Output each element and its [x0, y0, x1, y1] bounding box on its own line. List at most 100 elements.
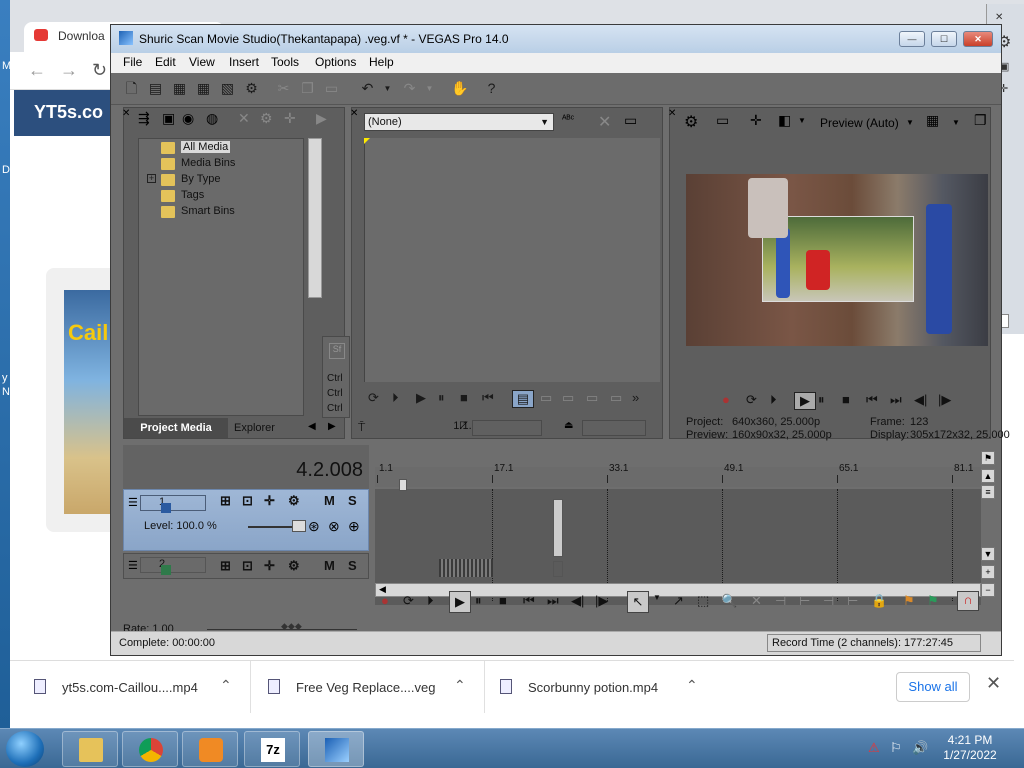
site-logo[interactable]: YT5s.co [34, 102, 103, 123]
open-icon[interactable]: ▤ [147, 80, 164, 97]
loop-icon[interactable]: ⟳ [368, 390, 379, 406]
pane-close-icon[interactable]: ✕ [122, 108, 130, 119]
playhead-marker[interactable] [399, 479, 407, 491]
taskbar-chrome[interactable] [122, 731, 178, 767]
lock-icon[interactable]: 🔒 [871, 593, 887, 609]
prev-frame-icon[interactable]: ⏮ [482, 390, 494, 406]
tab-project-media[interactable]: Project Media [124, 418, 228, 438]
chevron-up-icon[interactable]: ⌃ [686, 677, 698, 694]
save-as-icon[interactable]: ▦ [195, 80, 212, 97]
vegas-titlebar[interactable]: Shuric Scan Movie Studio(Thekantapapa) .… [111, 25, 1001, 53]
play-from-start-icon[interactable]: ⏵ [770, 392, 777, 408]
trim-end-icon[interactable]: ⊣ [823, 593, 834, 609]
prev-frame-icon[interactable]: ◀| [914, 392, 927, 408]
sfx-icon[interactable]: Sf [329, 343, 345, 359]
close-icon[interactable]: ✕ [986, 673, 1001, 694]
play-icon[interactable]: ▶ [416, 390, 426, 406]
go-to-start-icon[interactable]: ⏮ [866, 392, 878, 408]
cut-icon[interactable]: ✂ [275, 80, 292, 97]
trim-in-box[interactable] [472, 420, 542, 436]
track-fx-icon[interactable]: ✛ [264, 493, 275, 509]
track-level-slider[interactable] [248, 526, 294, 528]
redo-icon[interactable]: ↷ [401, 80, 418, 97]
mute-button[interactable]: M [324, 493, 335, 508]
copy-snapshot-icon[interactable]: ❐ [974, 112, 987, 129]
new-project-icon[interactable]: 🗋 [123, 80, 140, 97]
trim-start-icon[interactable]: ⊢ [799, 593, 810, 609]
web-icon[interactable]: ◍ [206, 110, 218, 127]
pause-icon[interactable]: ⏸ [818, 392, 825, 408]
mute-button[interactable]: M [324, 558, 335, 573]
normal-edit-tool-icon[interactable]: ↖ [627, 591, 649, 613]
network-error-icon[interactable]: ⚠ [868, 740, 880, 756]
stop-icon[interactable]: ■ [499, 593, 507, 608]
trim-fit-icon[interactable]: ▭ [610, 390, 622, 406]
track-collapse-icon[interactable]: ☰ [128, 559, 138, 572]
timeline-ruler[interactable]: 1.1 17.1 33.1 49.1 65.1 81.1 [375, 463, 981, 487]
track-fx-chain-icon[interactable]: ⊛ [308, 518, 320, 535]
envelope-tool-icon[interactable]: ↗ [673, 593, 684, 609]
clip-handle[interactable] [553, 499, 563, 557]
render-icon[interactable]: ▧ [219, 80, 236, 97]
scroll-up-icon[interactable]: ▲ [981, 469, 995, 483]
expand-icon[interactable]: + [147, 174, 156, 183]
capture-icon[interactable]: ▣ [162, 110, 175, 127]
media-props-icon[interactable]: ⚙ [260, 110, 273, 127]
trim-mode-icon[interactable]: ▤ [512, 390, 534, 408]
minimize-button[interactable]: — [899, 31, 925, 47]
scroll-down-icon[interactable]: ▼ [981, 547, 995, 561]
show-all-button[interactable]: Show all [896, 672, 970, 702]
remove-icon[interactable]: ✕ [238, 110, 250, 127]
forward-icon[interactable]: → [60, 60, 78, 81]
vscroll-thumb[interactable]: ≡ [981, 485, 995, 499]
rate-knob[interactable]: ◆◆◆ [281, 621, 303, 631]
split-screen-icon[interactable]: ◧ [778, 112, 791, 129]
menu-options[interactable]: Options [315, 55, 356, 69]
loop-icon[interactable]: ⟳ [746, 392, 757, 408]
split-dropdown-icon[interactable]: ▼ [798, 116, 806, 125]
track-level-knob[interactable] [292, 520, 306, 532]
properties-gear-icon[interactable]: ⚙ [243, 80, 260, 97]
selection-tool-icon[interactable]: ⬚ [697, 593, 709, 609]
tab-explorer[interactable]: Explorer [234, 418, 275, 438]
snapping-magnet-icon[interactable]: ∩ [957, 591, 979, 611]
download-item[interactable]: Scorbunny potion.mp4 ⌃ [500, 667, 700, 707]
save-icon[interactable]: ▦ [171, 80, 188, 97]
menu-tools[interactable]: Tools [271, 55, 299, 69]
reload-icon[interactable]: ↻ [92, 60, 107, 81]
clip-handle[interactable] [553, 561, 563, 577]
solo-button[interactable]: S [348, 558, 357, 573]
track-number-box[interactable]: 1 [140, 495, 206, 513]
tab-scroll-left-icon[interactable]: ◀ [308, 421, 316, 432]
trimmer-view-icon[interactable]: ▭ [624, 112, 637, 129]
tab-scroll-right-icon[interactable]: ▶ [328, 421, 336, 432]
marker-icon[interactable]: ⚑ [903, 593, 915, 609]
close-button[interactable]: ✕ [963, 31, 993, 47]
trimmer-media-select[interactable]: (None) ▼ [364, 113, 554, 131]
track-number-box[interactable]: 2 [140, 557, 206, 575]
import-media-icon[interactable]: ⇶ [138, 110, 150, 127]
hand-tool-icon[interactable]: ✋ [451, 80, 468, 97]
next-frame-icon[interactable]: |▶ [938, 392, 951, 408]
play-from-start-icon[interactable]: ⏵ [427, 593, 434, 609]
undo-icon[interactable]: ↶ [359, 80, 376, 97]
trim-add-after-icon[interactable]: ▭ [562, 390, 574, 406]
download-item[interactable]: Free Veg Replace....veg ⌃ [268, 667, 468, 707]
maximize-button[interactable]: ☐ [931, 31, 957, 47]
overlays-dropdown-icon[interactable]: ▼ [952, 118, 960, 127]
paste-icon[interactable]: ▭ [323, 80, 340, 97]
text-tool-icon[interactable]: ᴬᴮᶜ [562, 114, 574, 125]
loop-icon[interactable]: ⟳ [403, 593, 414, 609]
track-blend-icon[interactable]: ⊗ [328, 518, 340, 535]
play-icon[interactable]: ▶ [449, 591, 471, 613]
go-to-start-icon[interactable]: ⏮ [523, 593, 535, 609]
stop-icon[interactable]: ■ [460, 390, 468, 405]
media-scrollbar[interactable] [308, 138, 322, 298]
taskbar-vegas[interactable] [308, 731, 364, 767]
edit-tool-dropdown-icon[interactable]: ▼ [653, 593, 661, 602]
record-icon[interactable]: ● [722, 392, 730, 407]
menu-view[interactable]: View [189, 55, 215, 69]
next-frame-icon[interactable]: |▶ [595, 593, 608, 609]
video-track-2[interactable]: ☰ 2 ⊞ ⊡ ✛ ⚙ M S [123, 553, 369, 579]
record-icon[interactable]: ● [381, 593, 389, 608]
